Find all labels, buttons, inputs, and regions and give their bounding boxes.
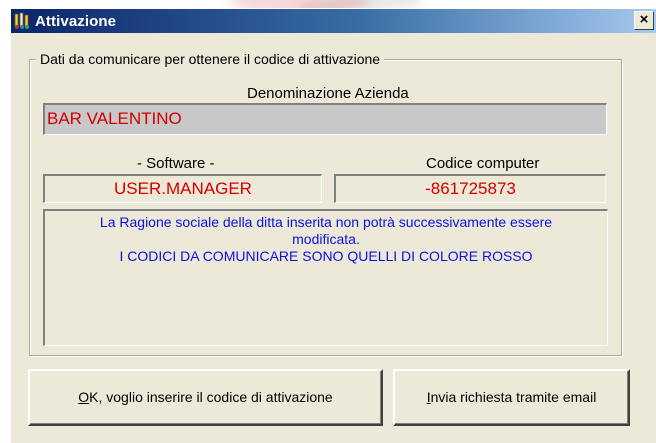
close-icon: × — [639, 11, 649, 28]
azienda-label: Denominazione Azienda — [247, 85, 409, 102]
keys-icon — [14, 12, 29, 29]
memo-line: I CODICI DA COMUNICARE SONO QUELLI DI CO… — [119, 248, 533, 264]
info-memo: La Ragione sociale della ditta inserita … — [43, 209, 608, 346]
close-button[interactable]: × — [634, 11, 654, 30]
screen: Attivazione × Dati da comunicare per ott… — [0, 0, 656, 443]
memo-line: modificata. — [292, 231, 360, 247]
ok-accelerator: O — [78, 389, 90, 405]
send-email-request-button[interactable]: Invia richiesta tramite email — [393, 369, 630, 426]
software-field: USER.MANAGER — [43, 174, 322, 203]
group-legend: Dati da comunicare per ottenere il codic… — [36, 51, 385, 67]
memo-line: La Ragione sociale della ditta inserita … — [99, 214, 553, 230]
email-button-label: nvia richiesta tramite email — [430, 389, 597, 405]
software-label: - Software - — [137, 155, 215, 172]
ok-insert-code-button[interactable]: OK, voglio inserire il codice di attivaz… — [28, 369, 383, 426]
codice-computer-field: -861725873 — [334, 174, 606, 203]
title-bar[interactable]: Attivazione × — [11, 9, 656, 33]
codice-computer-label: Codice computer — [426, 155, 540, 172]
window-title: Attivazione — [35, 12, 117, 30]
ok-button-label: K, voglio inserire il codice di attivazi… — [89, 389, 333, 405]
azienda-field[interactable]: BAR VALENTINO — [43, 103, 607, 135]
